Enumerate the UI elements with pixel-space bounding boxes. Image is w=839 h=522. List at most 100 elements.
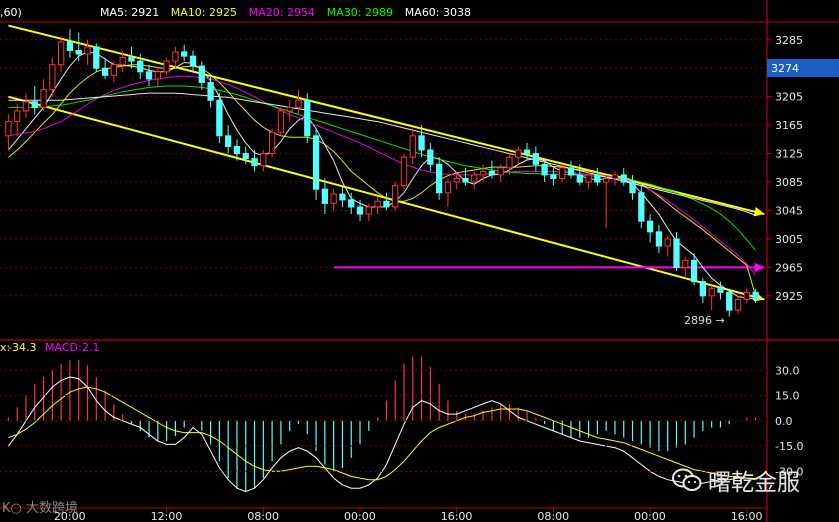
candle-body	[576, 174, 583, 183]
candle-body	[550, 174, 557, 179]
candle-body	[128, 57, 135, 62]
candle-body	[251, 158, 258, 167]
ma-legend-item: MA60: 3038	[405, 6, 471, 19]
candle-body	[260, 153, 267, 167]
candle-body	[93, 46, 100, 69]
price-tick-label: 3165	[775, 119, 803, 132]
candle-body	[233, 145, 241, 155]
candle-body	[629, 181, 636, 194]
candle-body	[471, 174, 478, 183]
candle-body	[497, 167, 504, 176]
candle-body	[515, 149, 522, 158]
time-tick-label: 00:00	[344, 510, 376, 522]
candle-body	[304, 99, 311, 137]
candle-body	[453, 178, 460, 183]
candle-body	[365, 206, 372, 215]
candle-body	[418, 135, 425, 151]
candle-body	[427, 149, 434, 165]
candle	[321, 178, 328, 215]
candle-body	[225, 135, 232, 147]
candle-body	[400, 156, 408, 187]
macd-value: 2.1	[82, 341, 100, 354]
candle	[392, 182, 399, 211]
ma-line	[8, 75, 756, 276]
candle-body	[110, 64, 118, 76]
candlestick-series	[5, 29, 759, 317]
candle-body	[181, 51, 188, 57]
candle-body	[119, 57, 126, 66]
annotation-arrowhead	[754, 262, 765, 273]
period-label: ,60)	[0, 6, 22, 19]
candle	[374, 196, 381, 215]
candle	[611, 171, 619, 186]
candle-body	[620, 174, 627, 183]
candle	[567, 160, 575, 179]
candle-body	[242, 153, 249, 160]
candle-body	[690, 259, 698, 283]
time-axis: 20:00 12:00 08:00 00:00 16:00 08:00 00:00 16:00	[54, 508, 763, 522]
candle-body	[339, 193, 346, 201]
candle-body	[603, 178, 610, 183]
ma-legend: MA5: 2921 MA10: 2925 MA20: 2954 MA30: 2989 M…	[100, 6, 471, 19]
macd-tick-label: 30.0	[775, 364, 800, 377]
candle	[163, 57, 170, 76]
candle	[277, 107, 285, 136]
candle	[330, 189, 337, 211]
candle	[383, 192, 390, 211]
candle-body	[163, 60, 170, 73]
time-tick-label: 08:00	[537, 510, 569, 522]
candle	[734, 295, 742, 314]
candle	[84, 39, 91, 65]
moving-average-lines	[8, 51, 757, 300]
candle-body	[216, 99, 223, 137]
candle-body	[638, 192, 645, 222]
candle	[409, 128, 416, 165]
candle-body	[40, 89, 47, 108]
watermark-text: 曙乾金服	[708, 470, 800, 496]
candle-body	[312, 135, 320, 190]
candle	[225, 125, 232, 154]
price-tick-label: 3125	[775, 148, 803, 161]
candle	[515, 146, 522, 165]
candle-body	[646, 220, 654, 233]
candle-body	[286, 106, 293, 112]
candle	[444, 178, 452, 207]
candle	[154, 68, 161, 87]
candle-body	[708, 288, 715, 297]
candle	[5, 114, 12, 151]
candle	[436, 157, 443, 200]
candle-body	[207, 81, 214, 101]
candle	[295, 89, 302, 115]
ma-line	[8, 85, 756, 251]
candle-body	[277, 110, 285, 133]
candle-body	[295, 99, 302, 108]
candle-body	[14, 110, 21, 123]
candle	[304, 93, 311, 143]
time-tick-label: 16:00	[441, 510, 473, 522]
wechat-watermark: 曙乾金服	[672, 462, 822, 498]
candle	[655, 224, 663, 254]
low-price-annotation: 2896 →	[684, 314, 725, 327]
candle-body	[752, 291, 759, 300]
candle-body	[444, 181, 452, 194]
candle-body	[523, 149, 531, 155]
candle-body	[321, 188, 328, 204]
candle-body	[655, 231, 663, 247]
price-tick-label: 3005	[775, 233, 803, 246]
candle	[427, 142, 434, 172]
ma-legend-item: MA30: 2989	[327, 6, 393, 19]
candle-body	[699, 281, 706, 297]
price-tick-label: 3085	[775, 176, 803, 189]
candle-body	[330, 193, 337, 204]
candle	[400, 153, 408, 190]
candle	[268, 128, 276, 158]
candle-body	[356, 206, 364, 215]
macd-tick-label: 15.0	[775, 390, 800, 403]
candle-body	[717, 288, 724, 293]
candle-body	[479, 170, 487, 176]
candle	[260, 150, 267, 172]
candle-body	[559, 167, 566, 179]
candle-body	[594, 174, 601, 183]
macd-tick-label: 0.0	[775, 415, 793, 428]
candle	[471, 171, 478, 190]
